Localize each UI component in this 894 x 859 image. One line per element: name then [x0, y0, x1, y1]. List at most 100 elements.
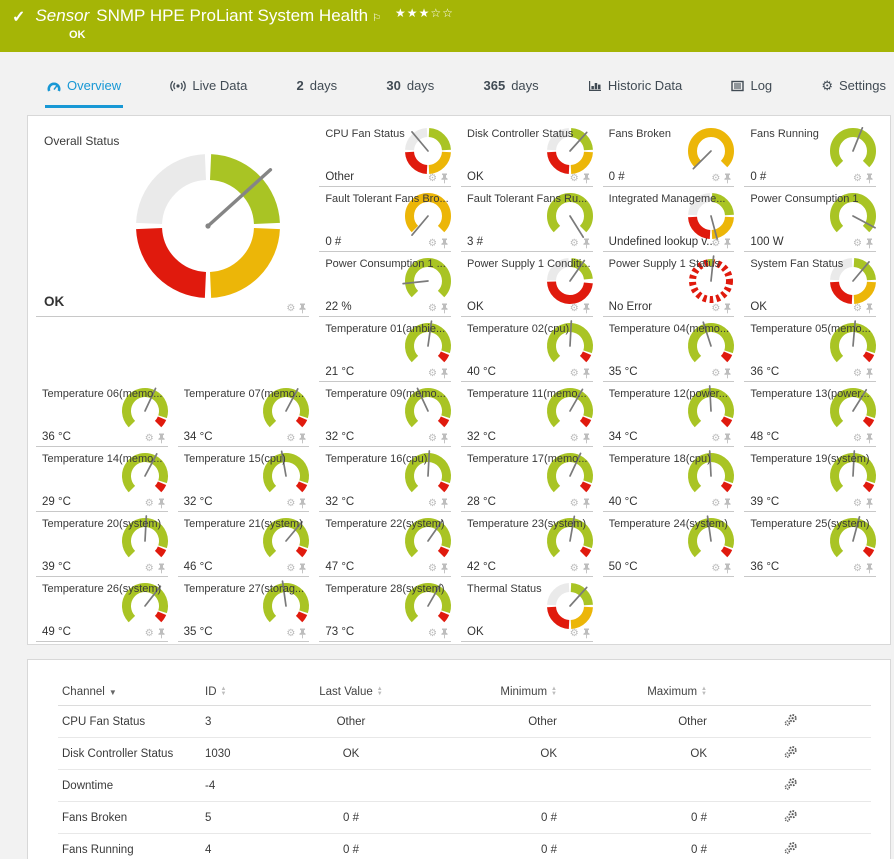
gear-icon[interactable]: ⚙: [570, 174, 579, 184]
column-header-last-value[interactable]: Last Value▲▼: [301, 680, 401, 706]
pin-icon[interactable]: [865, 433, 874, 444]
pin-icon[interactable]: [440, 368, 449, 379]
pin-icon[interactable]: [723, 173, 732, 184]
gear-icon[interactable]: ⚙: [570, 629, 579, 639]
gear-icon[interactable]: ⚙: [711, 434, 720, 444]
gear-icon[interactable]: ⚙: [145, 499, 154, 509]
gear-icon[interactable]: ⚙: [711, 369, 720, 379]
pin-icon[interactable]: [298, 433, 307, 444]
gear-icon[interactable]: ⚙: [286, 499, 295, 509]
tab-30-days[interactable]: 30days: [384, 78, 436, 108]
gear-icon[interactable]: ⚙: [286, 629, 295, 639]
pin-icon[interactable]: [440, 498, 449, 509]
column-header-channel[interactable]: Channel▼: [58, 680, 201, 706]
pin-icon[interactable]: [723, 498, 732, 509]
pin-icon[interactable]: [865, 173, 874, 184]
pin-icon[interactable]: [582, 628, 591, 639]
gear-icon[interactable]: ⚙: [145, 629, 154, 639]
pin-icon[interactable]: [157, 433, 166, 444]
gear-icon[interactable]: ⚙: [853, 369, 862, 379]
pin-icon[interactable]: [582, 498, 591, 509]
pin-icon[interactable]: [298, 498, 307, 509]
pin-icon[interactable]: [723, 433, 732, 444]
column-header-minimum[interactable]: Minimum▲▼: [401, 680, 561, 706]
pin-icon[interactable]: [157, 628, 166, 639]
tab-historic-data[interactable]: Historic Data: [586, 78, 684, 108]
channel-settings-icon[interactable]: [784, 777, 798, 791]
cell-maximum: 0 #: [561, 802, 711, 834]
gear-icon[interactable]: ⚙: [428, 564, 437, 574]
gear-icon[interactable]: ⚙: [428, 499, 437, 509]
pin-icon[interactable]: [723, 563, 732, 574]
pin-icon[interactable]: [298, 563, 307, 574]
pin-icon[interactable]: [440, 303, 449, 314]
gear-icon[interactable]: ⚙: [286, 304, 295, 314]
gear-icon[interactable]: ⚙: [428, 629, 437, 639]
gear-icon[interactable]: ⚙: [428, 239, 437, 249]
tab-365-days[interactable]: 365days: [482, 78, 541, 108]
gear-icon[interactable]: ⚙: [286, 434, 295, 444]
gear-icon[interactable]: ⚙: [711, 564, 720, 574]
pin-icon[interactable]: [865, 238, 874, 249]
gear-icon[interactable]: ⚙: [570, 239, 579, 249]
column-header-maximum[interactable]: Maximum▲▼: [561, 680, 711, 706]
pin-icon[interactable]: [723, 238, 732, 249]
pin-icon[interactable]: [865, 303, 874, 314]
flag-icon[interactable]: ⚐: [372, 13, 381, 24]
gear-icon[interactable]: ⚙: [853, 434, 862, 444]
pin-icon[interactable]: [440, 563, 449, 574]
tab-overview[interactable]: Overview: [45, 78, 123, 108]
tab-2-days[interactable]: 2days: [294, 78, 339, 108]
pin-icon[interactable]: [582, 238, 591, 249]
channel-settings-icon[interactable]: [784, 841, 798, 855]
pin-icon[interactable]: [440, 433, 449, 444]
gear-icon[interactable]: ⚙: [711, 174, 720, 184]
gear-icon[interactable]: ⚙: [570, 564, 579, 574]
pin-icon[interactable]: [582, 368, 591, 379]
gauge-tile-temperature-18-cpu: Temperature 18(cpu)40 °C⚙: [601, 447, 743, 512]
channel-settings-icon[interactable]: [784, 745, 798, 759]
pin-icon[interactable]: [582, 303, 591, 314]
pin-icon[interactable]: [723, 368, 732, 379]
pin-icon[interactable]: [298, 628, 307, 639]
gear-icon[interactable]: ⚙: [853, 304, 862, 314]
pin-icon[interactable]: [582, 173, 591, 184]
pin-icon[interactable]: [582, 563, 591, 574]
pin-icon[interactable]: [298, 303, 307, 314]
pin-icon[interactable]: [157, 498, 166, 509]
gear-icon[interactable]: ⚙: [853, 499, 862, 509]
gear-icon[interactable]: ⚙: [711, 499, 720, 509]
channel-settings-icon[interactable]: [784, 713, 798, 727]
pin-icon[interactable]: [865, 498, 874, 509]
gear-icon[interactable]: ⚙: [428, 304, 437, 314]
gear-icon[interactable]: ⚙: [286, 564, 295, 574]
pin-icon[interactable]: [157, 563, 166, 574]
pin-icon[interactable]: [865, 563, 874, 574]
gear-icon[interactable]: ⚙: [570, 499, 579, 509]
pin-icon[interactable]: [865, 368, 874, 379]
column-header-id[interactable]: ID▲▼: [201, 680, 301, 706]
tab-settings[interactable]: ⚙Settings: [819, 78, 888, 108]
pin-icon[interactable]: [440, 173, 449, 184]
tab-live-data[interactable]: Live Data: [168, 78, 249, 108]
gear-icon[interactable]: ⚙: [428, 174, 437, 184]
pin-icon[interactable]: [723, 303, 732, 314]
gear-icon[interactable]: ⚙: [570, 369, 579, 379]
gear-icon[interactable]: ⚙: [711, 239, 720, 249]
priority-stars[interactable]: ★★★☆☆: [395, 6, 454, 20]
gear-icon[interactable]: ⚙: [853, 174, 862, 184]
gear-icon[interactable]: ⚙: [853, 564, 862, 574]
gear-icon[interactable]: ⚙: [853, 239, 862, 249]
pin-icon[interactable]: [440, 238, 449, 249]
pin-icon[interactable]: [582, 433, 591, 444]
gear-icon[interactable]: ⚙: [570, 434, 579, 444]
gear-icon[interactable]: ⚙: [570, 304, 579, 314]
gear-icon[interactable]: ⚙: [428, 369, 437, 379]
gear-icon[interactable]: ⚙: [428, 434, 437, 444]
pin-icon[interactable]: [440, 628, 449, 639]
tab-log[interactable]: Log: [729, 78, 774, 108]
gear-icon[interactable]: ⚙: [711, 304, 720, 314]
gear-icon[interactable]: ⚙: [145, 434, 154, 444]
channel-settings-icon[interactable]: [784, 809, 798, 823]
gear-icon[interactable]: ⚙: [145, 564, 154, 574]
